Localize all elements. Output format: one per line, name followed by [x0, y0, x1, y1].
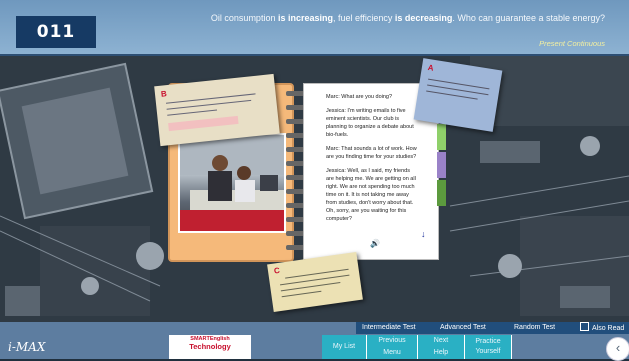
random-test-link[interactable]: Random Test — [514, 322, 555, 334]
question-bold-1: is increasing — [277, 13, 333, 23]
menu-button[interactable]: Menu — [367, 347, 417, 359]
scroll-down-arrow-icon[interactable]: ↓ — [421, 229, 426, 239]
also-read-link[interactable]: Also Read — [580, 322, 624, 334]
dialog-line-2: Jessica: I'm writing emails to five emin… — [326, 107, 414, 138]
sticky-note-a[interactable]: A — [413, 58, 503, 132]
dialog-text: Marc: What are you doing? Jessica: I'm w… — [326, 94, 418, 230]
brand-line-1: SMARTEnglish — [190, 336, 230, 342]
notebook-tab-purple[interactable] — [437, 152, 446, 178]
dialog-line-3: Marc: That sounds a lot of work. How are… — [326, 145, 417, 160]
list-icon — [580, 322, 589, 331]
practice-yourself-button[interactable]: Practice Yourself — [465, 335, 512, 359]
dialog-line-1: Marc: What are you doing? — [326, 94, 393, 100]
notebook-tab-green[interactable] — [437, 124, 446, 150]
help-button[interactable]: Help — [418, 347, 464, 359]
question-part-1: Oil consumption — [210, 13, 278, 23]
question-part-2: , fuel efficiency — [332, 13, 395, 23]
brand-line-2: Technology — [189, 342, 231, 351]
dialog-line-4: Jessica: Well, as I said, my friends are… — [326, 167, 416, 222]
audio-speaker-icon[interactable]: 🔊 — [370, 239, 380, 248]
header-bar: 011 Oil consumption is increasing, fuel … — [0, 0, 629, 56]
lesson-number: 011 — [16, 16, 96, 48]
smart-english-brand: SMARTEnglish Technology — [169, 335, 251, 359]
advanced-test-link[interactable]: Advanced Test — [440, 322, 486, 334]
notebook-tab-darkgreen[interactable] — [437, 180, 446, 206]
sticky-note-b[interactable]: B — [154, 73, 280, 147]
grammar-topic: Present Continuous — [539, 39, 605, 48]
chevron-left-icon[interactable]: ‹ — [606, 337, 629, 361]
imax-logo: i-MAX — [8, 340, 46, 354]
previous-button[interactable]: Previous — [367, 335, 417, 347]
test-menu-strip: Intermediate Test Advanced Test Random T… — [356, 322, 629, 334]
question-part-3: . Who can guarantee a stable energy? — [452, 13, 605, 23]
question-bold-2: is decreasing — [394, 13, 453, 23]
next-help-group: Next Help — [418, 335, 465, 359]
previous-menu-group: Previous Menu — [367, 335, 418, 359]
my-list-button[interactable]: My List — [322, 335, 367, 359]
intermediate-test-link[interactable]: Intermediate Test — [362, 322, 416, 334]
note-a-scribble — [426, 78, 490, 100]
next-button[interactable]: Next — [418, 335, 464, 347]
also-read-label: Also Read — [592, 325, 625, 332]
note-b-scribble — [165, 93, 256, 132]
office-photo — [178, 133, 286, 233]
question-headline: Oil consumption is increasing, fuel effi… — [211, 13, 605, 23]
